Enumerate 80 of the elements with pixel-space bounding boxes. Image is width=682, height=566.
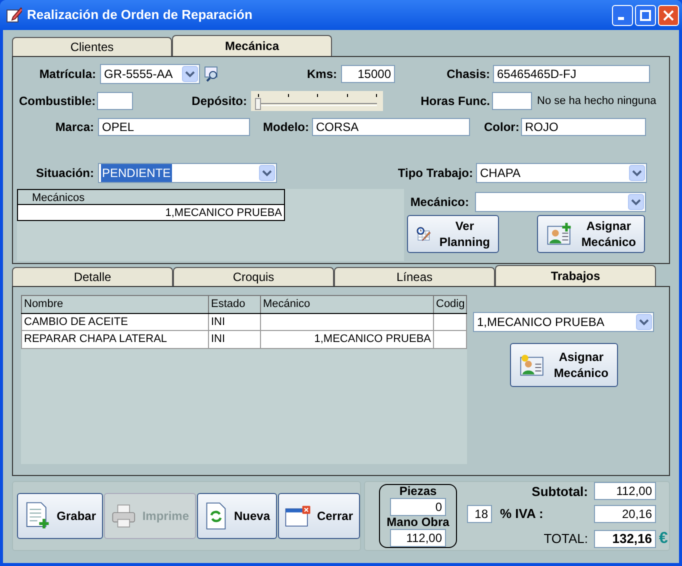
table-cell: REPARAR CHAPA LATERAL — [22, 330, 208, 348]
field-label: TOTAL: — [542, 530, 589, 548]
tab[interactable]: Croquis — [173, 267, 334, 286]
chevron-icon[interactable] — [628, 194, 644, 210]
table-cell: 1,MECANICO PRUEBA — [260, 330, 434, 348]
table-cell — [434, 330, 466, 348]
input-field[interactable] — [492, 92, 532, 110]
action-button[interactable]: Nueva — [197, 493, 277, 539]
field-label: Kms: — [306, 66, 337, 83]
action-button[interactable]: Cerrar — [278, 493, 360, 539]
tab[interactable]: Clientes — [12, 37, 172, 56]
dropdown-field[interactable]: PENDIENTE — [98, 163, 277, 183]
input-field[interactable]: 20,16 — [594, 504, 656, 523]
field-label: Depósito: — [190, 93, 247, 110]
notepad-pencil-icon — [6, 7, 22, 23]
document-refresh-icon — [204, 501, 228, 531]
dropdown-field[interactable]: GR-5555-AA — [100, 64, 200, 84]
field-label: Piezas — [399, 485, 437, 498]
table-cell: INI — [208, 330, 260, 348]
input-field[interactable]: 65465465D-FJ — [493, 65, 650, 83]
currency-symbol: € — [659, 528, 668, 548]
dropdown-field[interactable] — [475, 192, 646, 212]
input-field[interactable]: 18 — [467, 504, 492, 523]
input-field[interactable]: OPEL — [98, 118, 250, 136]
field-label: % IVA : — [499, 505, 544, 523]
note-text: No se ha hecho ninguna — [537, 94, 656, 109]
chevron-icon[interactable] — [182, 66, 198, 82]
input-field[interactable]: ROJO — [521, 118, 646, 136]
document-plus-icon — [24, 501, 51, 531]
tab[interactable]: Líneas — [334, 267, 495, 286]
dropdown-field[interactable]: CHAPA — [476, 163, 647, 183]
close-icon — [663, 10, 674, 20]
maximize-icon — [640, 10, 651, 20]
assign-button[interactable]: Asignar Mecánico — [537, 215, 645, 253]
maximize-button[interactable] — [635, 4, 656, 26]
input-field[interactable]: 0 — [390, 498, 446, 516]
close-button[interactable] — [658, 4, 679, 26]
column-header: Codig — [434, 296, 466, 313]
input-field[interactable] — [97, 92, 133, 110]
input-field[interactable]: CORSA — [312, 118, 470, 136]
table-cell — [434, 313, 466, 330]
field-label: Horas Func. — [420, 93, 490, 110]
chevron-icon[interactable] — [629, 165, 645, 181]
assign-button[interactable]: Ver Planning — [407, 215, 499, 253]
field-label: Mecánico: — [409, 194, 469, 211]
slider-thumb[interactable] — [255, 98, 261, 110]
column-header: Estado — [208, 296, 260, 313]
input-field[interactable]: 15000 — [341, 65, 395, 83]
dropdown-field[interactable]: 1,MECANICO PRUEBA — [473, 312, 654, 332]
field-label: Subtotal: — [530, 482, 589, 500]
total-field[interactable]: 132,16 — [594, 530, 656, 548]
column-header: Nombre — [22, 296, 208, 313]
field-label: Color: — [484, 119, 518, 136]
column-header: Mecánicos — [18, 190, 284, 205]
chevron-icon[interactable] — [636, 314, 652, 330]
field-label: Chasis: — [446, 66, 490, 83]
column-header: Mecánico — [260, 296, 434, 313]
field-label: Combustible: — [19, 93, 93, 110]
chevron-icon[interactable] — [259, 165, 275, 181]
field-label: Situación: — [34, 165, 94, 182]
field-label: Mano Obra — [386, 516, 450, 529]
table-cell: CAMBIO DE ACEITE — [22, 313, 208, 330]
action-button[interactable]: Grabar — [17, 493, 103, 539]
tab[interactable]: Mecánica — [172, 35, 332, 56]
field-label: Tipo Trabajo: — [396, 165, 473, 182]
assign-button[interactable]: Asignar Mecánico — [510, 343, 618, 387]
minimize-button[interactable] — [612, 4, 633, 26]
printer-icon — [111, 502, 136, 530]
tab[interactable]: Trabajos — [495, 265, 656, 286]
tab[interactable]: Detalle — [12, 267, 173, 286]
minimize-icon — [618, 17, 624, 20]
input-field[interactable]: 112,00 — [390, 529, 446, 547]
window-title: Realización de Orden de Reparación — [27, 6, 254, 24]
input-field[interactable]: 112,00 — [594, 482, 656, 500]
field-label: Matrícula: — [38, 66, 96, 83]
search-icon[interactable] — [204, 66, 220, 82]
table-cell-text: 1,MECANICO PRUEBA — [164, 206, 283, 220]
field-label: Modelo: — [262, 119, 309, 136]
field-label: Marca: — [54, 119, 94, 136]
table-cell: INI — [208, 313, 260, 330]
